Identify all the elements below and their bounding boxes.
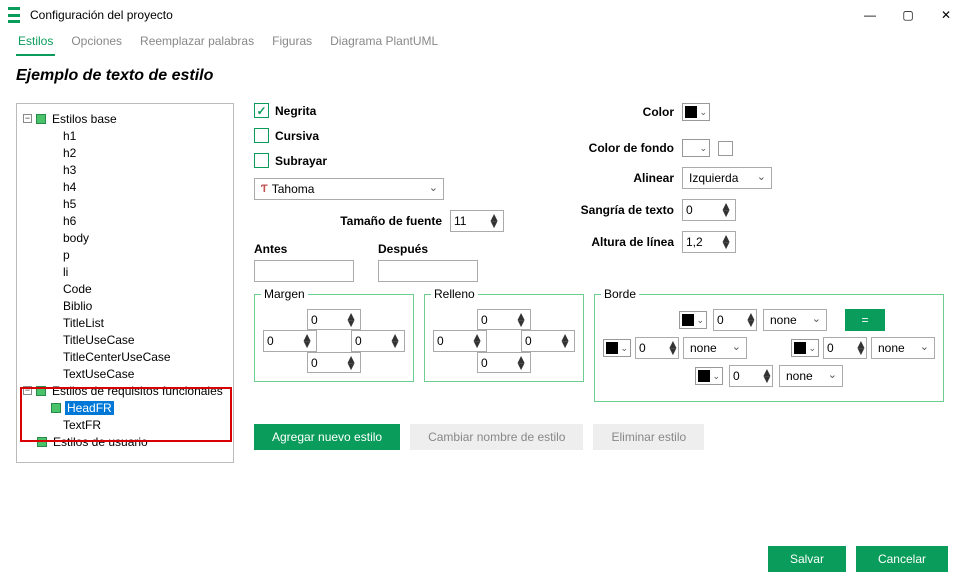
tree-item[interactable]: h1	[61, 129, 78, 143]
style-example: Ejemplo de texto de estilo	[0, 57, 964, 91]
bgcolor-enable[interactable]	[718, 141, 733, 156]
border-left-color[interactable]: ⌄	[603, 339, 631, 357]
tree-item[interactable]: Code	[61, 282, 94, 296]
tree-item[interactable]: h4	[61, 180, 78, 194]
margin-top[interactable]: ▲▼	[307, 309, 361, 330]
font-select[interactable]: ƬTahoma	[254, 178, 444, 200]
cancel-button[interactable]: Cancelar	[856, 546, 948, 572]
border-right-width[interactable]: ▲▼	[823, 337, 867, 359]
align-select[interactable]: Izquierda	[682, 167, 772, 189]
border-top-style[interactable]: none	[763, 309, 827, 331]
border-top-width[interactable]: ▲▼	[713, 309, 757, 331]
tree-item[interactable]: body	[61, 231, 91, 245]
italic-checkbox[interactable]	[254, 128, 269, 143]
padding-group: Relleno ▲▼ ▲▼ ▲▼ ▲▼	[424, 294, 584, 382]
window-title: Configuración del proyecto	[30, 8, 860, 22]
border-equal-button[interactable]: =	[845, 309, 885, 331]
border-bottom-style[interactable]: none	[779, 365, 843, 387]
tree-item-headfr[interactable]: HeadFR	[65, 401, 114, 415]
expander-icon[interactable]: −	[23, 386, 32, 395]
tree-item[interactable]: TitleList	[61, 316, 106, 330]
color-picker[interactable]: ⌄	[682, 103, 710, 121]
tree-item[interactable]: p	[61, 248, 72, 262]
bgcolor-picker[interactable]: ⌄	[682, 139, 710, 157]
tabs: Estilos Opciones Reemplazar palabras Fig…	[0, 30, 964, 57]
underline-checkbox[interactable]	[254, 153, 269, 168]
style-tree[interactable]: −Estilos base h1 h2 h3 h4 h5 h6 body p l…	[16, 103, 234, 463]
font-icon: Ƭ	[261, 183, 268, 195]
fontsize-input[interactable]: ▲▼	[450, 210, 504, 232]
save-button[interactable]: Salvar	[768, 546, 846, 572]
tab-reemplazar[interactable]: Reemplazar palabras	[138, 30, 256, 56]
margin-group: Margen ▲▼ ▲▼ ▲▼ ▲▼	[254, 294, 414, 382]
before-input[interactable]	[254, 260, 354, 282]
add-style-button[interactable]: Agregar nuevo estilo	[254, 424, 400, 450]
tree-item[interactable]: TitleUseCase	[61, 333, 137, 347]
border-group: Borde ⌄ ▲▼ none = ⌄ ▲▼ none ⌄ ▲▼	[594, 294, 944, 402]
border-left-style[interactable]: none	[683, 337, 747, 359]
tree-item[interactable]: h6	[61, 214, 78, 228]
tree-item[interactable]: Biblio	[61, 299, 94, 313]
maximize-button[interactable]: ▢	[898, 8, 918, 22]
folder-icon	[36, 114, 46, 124]
margin-left[interactable]: ▲▼	[263, 330, 317, 352]
item-icon	[51, 403, 61, 413]
minimize-button[interactable]: —	[860, 8, 880, 22]
tree-item[interactable]: h5	[61, 197, 78, 211]
border-right-color[interactable]: ⌄	[791, 339, 819, 357]
margin-bottom[interactable]: ▲▼	[307, 352, 361, 373]
close-button[interactable]: ✕	[936, 8, 956, 22]
bold-checkbox[interactable]	[254, 103, 269, 118]
border-top-color[interactable]: ⌄	[679, 311, 707, 329]
tab-plantuml[interactable]: Diagrama PlantUML	[328, 30, 440, 56]
folder-icon	[36, 386, 46, 396]
app-icon	[8, 7, 24, 23]
expander-icon[interactable]: −	[23, 114, 32, 123]
tree-item[interactable]: TextFR	[61, 418, 103, 432]
border-bottom-color[interactable]: ⌄	[695, 367, 723, 385]
border-right-style[interactable]: none	[871, 337, 935, 359]
tree-item[interactable]: TitleCenterUseCase	[61, 350, 173, 364]
border-left-width[interactable]: ▲▼	[635, 337, 679, 359]
tab-figuras[interactable]: Figuras	[270, 30, 314, 56]
padding-bottom[interactable]: ▲▼	[477, 352, 531, 373]
after-input[interactable]	[378, 260, 478, 282]
tab-estilos[interactable]: Estilos	[16, 30, 55, 56]
tree-item[interactable]: TextUseCase	[61, 367, 136, 381]
rename-style-button[interactable]: Cambiar nombre de estilo	[410, 424, 583, 450]
indent-input[interactable]: ▲▼	[682, 199, 736, 221]
padding-top[interactable]: ▲▼	[477, 309, 531, 330]
lineheight-input[interactable]: ▲▼	[682, 231, 736, 253]
tab-opciones[interactable]: Opciones	[69, 30, 124, 56]
folder-icon	[37, 437, 47, 447]
padding-left[interactable]: ▲▼	[433, 330, 487, 352]
tree-item[interactable]: h2	[61, 146, 78, 160]
delete-style-button[interactable]: Eliminar estilo	[593, 424, 704, 450]
tree-item[interactable]: h3	[61, 163, 78, 177]
tree-item[interactable]: li	[61, 265, 70, 279]
padding-right[interactable]: ▲▼	[521, 330, 575, 352]
margin-right[interactable]: ▲▼	[351, 330, 405, 352]
border-bottom-width[interactable]: ▲▼	[729, 365, 773, 387]
